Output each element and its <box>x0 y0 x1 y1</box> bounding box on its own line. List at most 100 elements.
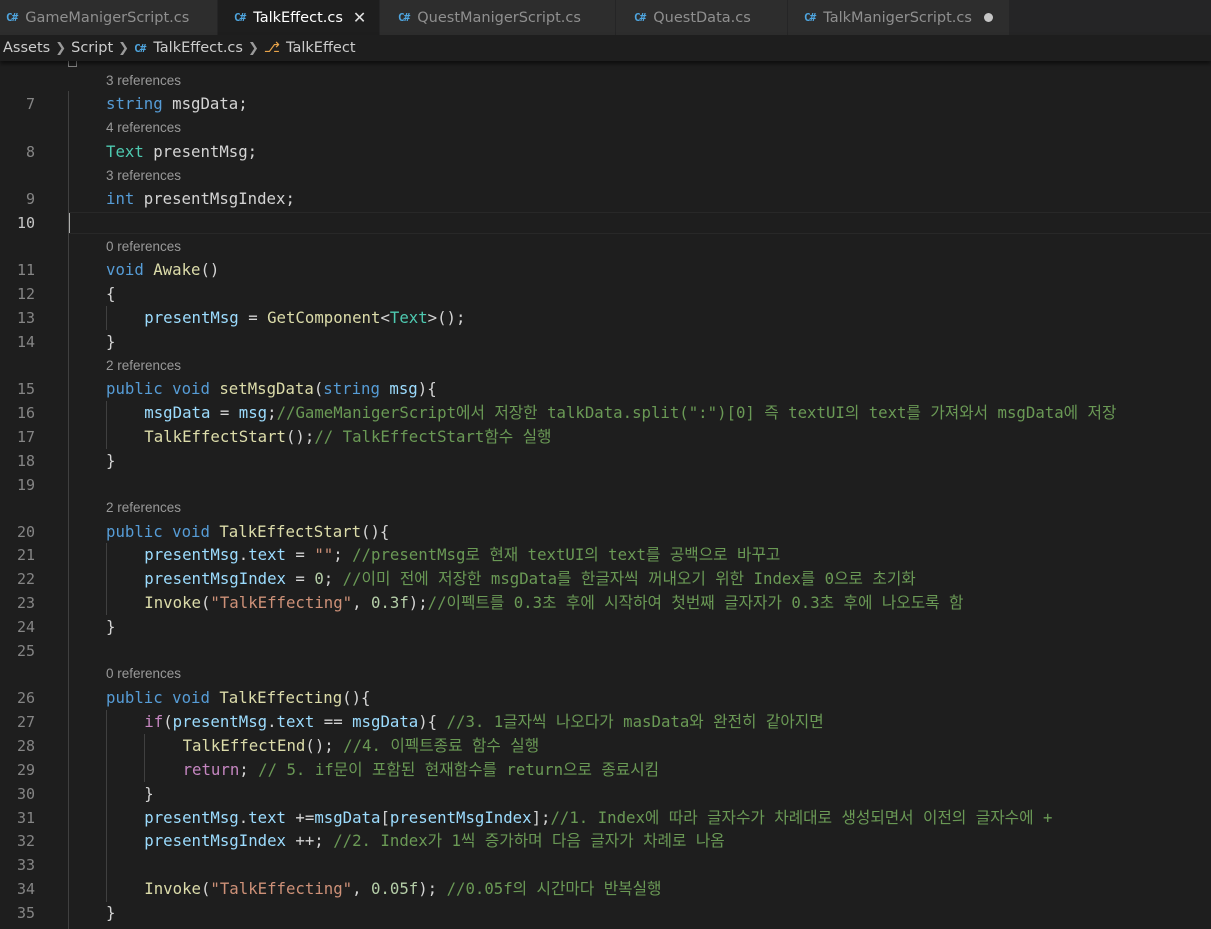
line-number: 10 <box>16 214 35 232</box>
indent-guide <box>106 306 107 330</box>
code-line[interactable]: presentMsg.text +=msgData[presentMsgInde… <box>144 806 1052 830</box>
codelens-references[interactable]: 2 references <box>106 498 181 518</box>
csharp-file-icon: C# <box>6 11 18 24</box>
csharp-file-icon: C# <box>398 11 410 24</box>
code-token: . <box>238 808 249 827</box>
code-token: void <box>172 379 220 398</box>
codelens-references[interactable]: 3 references <box>106 71 181 91</box>
code-token: ]; <box>531 808 551 827</box>
code-token: int <box>106 189 144 208</box>
code-token: public <box>106 522 173 541</box>
code-token: ) <box>417 379 428 398</box>
chevron-right-icon: ❯ <box>55 40 67 56</box>
breadcrumb-script[interactable]: Script <box>71 40 113 56</box>
code-line[interactable]: return; // 5. if문이 포함된 현재함수를 return으로 종료… <box>183 758 660 782</box>
code-line[interactable]: Text presentMsg; <box>106 140 257 164</box>
tab-talkeffect[interactable]: C# TalkEffect.cs ✕ <box>218 0 380 35</box>
tab-questdata[interactable]: C# QuestData.cs <box>616 0 788 35</box>
code-token: } <box>106 332 116 351</box>
code-line[interactable]: public void TalkEffectStart(){ <box>106 520 389 544</box>
code-token: void <box>172 688 220 707</box>
codelens-references[interactable]: 0 references <box>106 664 181 684</box>
breadcrumb-file[interactable]: TalkEffect.cs <box>153 40 243 56</box>
code-token: < <box>380 308 390 327</box>
code-editor[interactable]: 3 references 4 references 3 references 0… <box>0 61 1211 929</box>
code-line[interactable]: void Awake() <box>106 258 219 282</box>
breadcrumb-assets[interactable]: Assets <box>3 40 50 56</box>
code-token: if <box>144 712 164 731</box>
editor-tab-bar: C# GameManigerScript.cs C# TalkEffect.cs… <box>0 0 1211 35</box>
code-token: = <box>285 569 315 588</box>
code-token: public <box>106 688 173 707</box>
code-line[interactable]: int presentMsgIndex; <box>106 187 295 211</box>
code-line[interactable]: Invoke("TalkEffecting", 0.05f); //0.05f의… <box>144 877 661 901</box>
code-token: == <box>314 712 353 731</box>
code-token: msgData <box>314 808 381 827</box>
line-number: 8 <box>25 143 35 161</box>
code-token: text <box>276 712 315 731</box>
fold-marker-icon[interactable] <box>68 61 77 67</box>
close-icon[interactable]: ✕ <box>353 8 366 27</box>
codelens-references[interactable]: 3 references <box>106 166 181 186</box>
line-number: 14 <box>16 333 35 351</box>
code-line[interactable]: presentMsg = GetComponent<Text>(); <box>144 306 465 330</box>
code-token: ; <box>323 569 343 588</box>
code-token: //0.05f의 시간마다 반복실행 <box>446 879 662 898</box>
codelens-references[interactable]: 0 references <box>106 237 181 257</box>
code-token: string <box>106 94 173 113</box>
chevron-right-icon: ❯ <box>247 40 259 56</box>
code-line[interactable]: string msgData; <box>106 92 248 116</box>
code-line[interactable]: TalkEffectStart();// TalkEffectStart함수 실… <box>144 425 551 449</box>
code-line[interactable]: presentMsg.text = ""; //presentMsg로 현재 t… <box>144 543 780 567</box>
code-token: msg <box>389 379 418 398</box>
code-token: [ <box>380 808 390 827</box>
code-line[interactable]: if(presentMsg.text == msgData){ //3. 1글자… <box>144 710 823 734</box>
codelens-references[interactable]: 4 references <box>106 118 181 138</box>
code-token: ; <box>333 545 353 564</box>
code-line[interactable]: { <box>106 282 115 306</box>
code-line[interactable]: presentMsgIndex = 0; //이미 전에 저장한 msgData… <box>144 567 915 591</box>
line-number: 33 <box>16 856 35 874</box>
code-line[interactable]: public void setMsgData(string msg){ <box>106 377 437 401</box>
tab-questmanigerscript[interactable]: C# QuestManigerScript.cs <box>380 0 616 35</box>
code-line[interactable]: } <box>144 782 153 806</box>
line-number: 19 <box>16 476 35 494</box>
code-token: ( <box>200 593 211 612</box>
line-number: 7 <box>25 95 35 113</box>
code-token: += <box>285 808 315 827</box>
code-token: Invoke <box>144 593 201 612</box>
code-line[interactable]: } <box>106 330 115 354</box>
code-line[interactable]: } <box>106 901 115 925</box>
line-number: 31 <box>16 809 35 827</box>
code-token: //1. Index에 따라 글자수가 차례대로 생성되면서 이전의 글자수에 … <box>550 808 1053 827</box>
indent-guide <box>106 401 107 449</box>
code-line[interactable]: presentMsgIndex ++; //2. Index가 1씩 증가하며 … <box>144 829 724 853</box>
unsaved-dot-icon[interactable] <box>984 13 993 22</box>
code-token: { <box>427 379 437 398</box>
code-line[interactable]: } <box>106 615 115 639</box>
code-line[interactable]: msgData = msg;//GameManigerScript에서 저장한 … <box>144 401 1116 425</box>
line-number: 26 <box>16 689 35 707</box>
code-token: ( <box>313 379 324 398</box>
code-token: Invoke <box>144 879 201 898</box>
indent-guide <box>106 543 107 615</box>
breadcrumb-symbol[interactable]: TalkEffect <box>286 40 356 56</box>
indent-guide <box>106 710 107 902</box>
tab-talkmanigerscript[interactable]: C# TalkManigerScript.cs <box>788 0 1010 35</box>
code-token: } <box>106 451 116 470</box>
code-line[interactable]: TalkEffectEnd(); //4. 이펙트종료 함수 실행 <box>183 734 540 758</box>
csharp-file-icon: C# <box>134 41 146 55</box>
code-line[interactable]: } <box>106 449 115 473</box>
code-token: //2. Index가 1씩 증가하며 다음 글자가 차례로 나옴 <box>333 831 725 850</box>
code-token: GetComponent <box>267 308 381 327</box>
tab-gamemanigerscript[interactable]: C# GameManigerScript.cs <box>0 0 218 35</box>
code-token: "TalkEffecting" <box>210 879 353 898</box>
codelens-references[interactable]: 2 references <box>106 356 181 376</box>
code-token: msg <box>238 403 268 422</box>
code-token: presentMsg <box>144 308 239 327</box>
line-number: 20 <box>16 523 35 541</box>
code-token: ; <box>239 760 259 779</box>
code-token: ){ <box>418 712 447 731</box>
code-line[interactable]: public void TalkEffecting(){ <box>106 686 370 710</box>
code-line[interactable]: Invoke("TalkEffecting", 0.3f);//이펙트를 0.3… <box>144 591 963 615</box>
